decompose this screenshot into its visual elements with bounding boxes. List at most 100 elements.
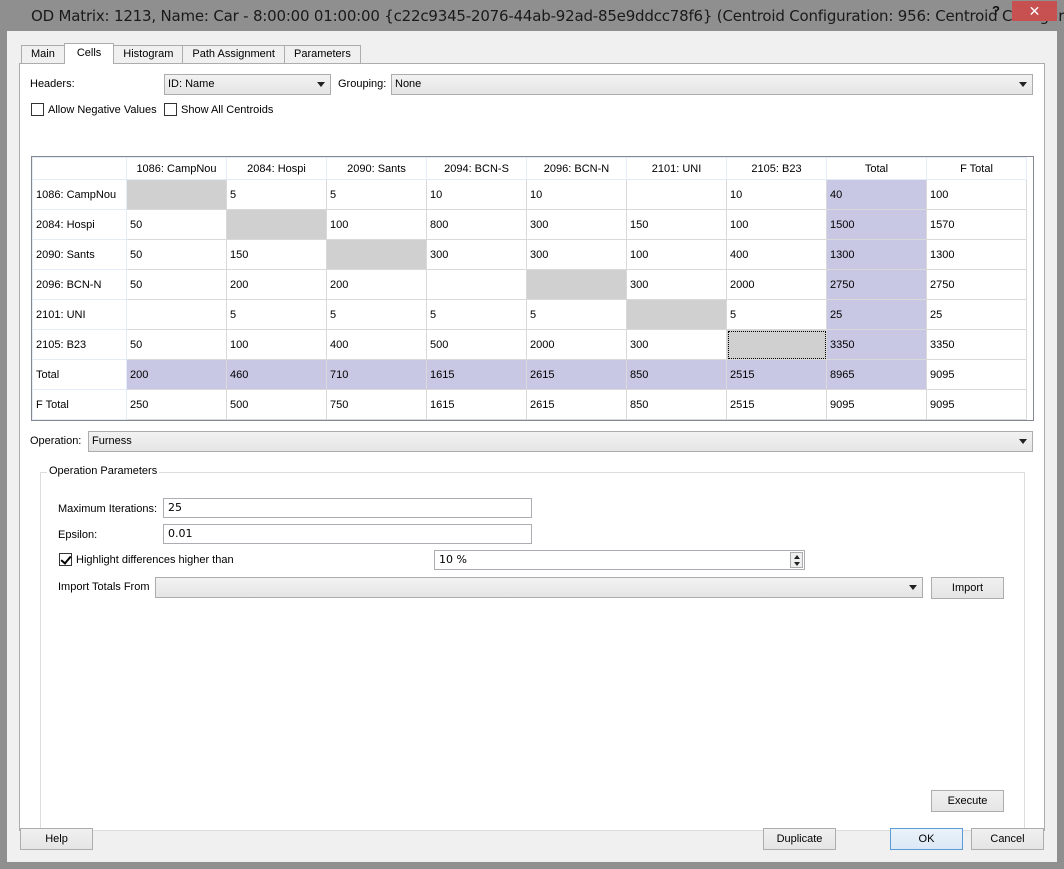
matrix-cell[interactable]: 200 — [226, 269, 327, 300]
spin-buttons[interactable] — [790, 552, 803, 568]
matrix-cell[interactable]: 250 — [126, 389, 227, 420]
matrix-cell[interactable]: 300 — [526, 239, 627, 270]
row-header[interactable]: 2105: B23 — [32, 329, 127, 360]
highlight-threshold-spinbox[interactable]: 10 % — [434, 550, 805, 570]
matrix-cell[interactable]: 300 — [526, 209, 627, 240]
help-icon[interactable]: ? — [992, 3, 1000, 18]
matrix-cell[interactable]: 50 — [126, 269, 227, 300]
matrix-cell[interactable]: 300 — [626, 269, 727, 300]
headers-dropdown[interactable]: ID: Name — [164, 74, 331, 95]
column-header[interactable]: 2105: B23 — [726, 157, 827, 180]
matrix-cell[interactable]: 5 — [226, 299, 327, 330]
column-header[interactable]: Total — [826, 157, 927, 180]
matrix-cell[interactable]: 800 — [426, 209, 527, 240]
matrix-cell[interactable] — [426, 269, 527, 300]
matrix-cell[interactable]: 9095 — [826, 389, 927, 420]
row-header[interactable]: 1086: CampNou — [32, 179, 127, 210]
epsilon-input[interactable]: 0.01 — [163, 524, 532, 544]
matrix-cell[interactable]: 5 — [226, 179, 327, 210]
matrix-cell[interactable]: 25 — [926, 299, 1027, 330]
row-header[interactable]: 2090: Sants — [32, 239, 127, 270]
row-header[interactable]: 2101: UNI — [32, 299, 127, 330]
highlight-differences-checkbox[interactable] — [59, 553, 72, 566]
matrix-cell[interactable]: 2515 — [726, 359, 827, 390]
matrix-cell[interactable]: 100 — [926, 179, 1027, 210]
matrix-cell[interactable]: 50 — [126, 329, 227, 360]
column-header[interactable]: 2084: Hospi — [226, 157, 327, 180]
execute-button[interactable]: Execute — [931, 790, 1004, 812]
column-header[interactable]: 2096: BCN-N — [526, 157, 627, 180]
matrix-cell[interactable] — [626, 299, 727, 330]
matrix-cell[interactable]: 2000 — [726, 269, 827, 300]
matrix-cell[interactable]: 5 — [526, 299, 627, 330]
matrix-cell[interactable] — [726, 329, 827, 360]
matrix-cell[interactable]: 1570 — [926, 209, 1027, 240]
allow-negative-checkbox[interactable] — [31, 103, 44, 116]
matrix-cell[interactable]: 400 — [326, 329, 427, 360]
help-button[interactable]: Help — [20, 828, 93, 850]
matrix-cell[interactable]: 850 — [626, 359, 727, 390]
matrix-cell[interactable]: 10 — [726, 179, 827, 210]
row-header[interactable]: Total — [32, 359, 127, 390]
matrix-cell[interactable]: 100 — [726, 209, 827, 240]
matrix-cell[interactable]: 150 — [626, 209, 727, 240]
matrix-cell[interactable]: 300 — [426, 239, 527, 270]
grouping-dropdown[interactable]: None — [391, 74, 1033, 95]
title-bar[interactable]: OD Matrix: 1213, Name: Car - 8:00:00 01:… — [0, 0, 1064, 31]
cancel-button[interactable]: Cancel — [971, 828, 1044, 850]
matrix-cell[interactable]: 2000 — [526, 329, 627, 360]
column-header[interactable]: 2090: Sants — [326, 157, 427, 180]
matrix-cell[interactable]: 500 — [426, 329, 527, 360]
matrix-cell[interactable]: 400 — [726, 239, 827, 270]
matrix-cell[interactable]: 100 — [226, 329, 327, 360]
row-header[interactable]: 2096: BCN-N — [32, 269, 127, 300]
tab-parameters[interactable]: Parameters — [283, 45, 361, 64]
matrix-cell[interactable] — [526, 269, 627, 300]
matrix-cell[interactable]: 200 — [326, 269, 427, 300]
matrix-cell[interactable] — [126, 179, 227, 210]
matrix-cell[interactable]: 2615 — [526, 389, 627, 420]
row-header[interactable]: 2084: Hospi — [32, 209, 127, 240]
close-button[interactable]: ✕ — [1012, 1, 1057, 21]
matrix-cell[interactable]: 460 — [226, 359, 327, 390]
corner-header[interactable] — [32, 157, 127, 180]
matrix-cell[interactable]: 1615 — [426, 389, 527, 420]
matrix-cell[interactable] — [326, 239, 427, 270]
spin-down-icon[interactable] — [794, 562, 800, 566]
od-matrix-grid[interactable]: 1086: CampNou 2084: Hospi 2090: Sants 2094:… — [31, 156, 1034, 421]
matrix-cell[interactable]: 850 — [626, 389, 727, 420]
matrix-cell[interactable]: 3350 — [926, 329, 1027, 360]
spin-up-icon[interactable] — [794, 555, 800, 559]
row-header[interactable]: F Total — [32, 389, 127, 420]
matrix-cell[interactable]: 1500 — [826, 209, 927, 240]
matrix-cell[interactable] — [626, 179, 727, 210]
matrix-cell[interactable]: 10 — [526, 179, 627, 210]
matrix-cell[interactable]: 150 — [226, 239, 327, 270]
matrix-cell[interactable]: 750 — [326, 389, 427, 420]
matrix-cell[interactable]: 100 — [326, 209, 427, 240]
matrix-cell[interactable]: 10 — [426, 179, 527, 210]
show-all-centroids-checkbox[interactable] — [164, 103, 177, 116]
matrix-cell[interactable]: 2515 — [726, 389, 827, 420]
tab-main[interactable]: Main — [21, 45, 65, 64]
matrix-cell[interactable]: 40 — [826, 179, 927, 210]
matrix-cell[interactable]: 100 — [626, 239, 727, 270]
matrix-cell[interactable]: 1615 — [426, 359, 527, 390]
matrix-cell[interactable]: 2750 — [826, 269, 927, 300]
matrix-cell[interactable]: 50 — [126, 239, 227, 270]
matrix-cell[interactable]: 50 — [126, 209, 227, 240]
tab-cells[interactable]: Cells — [63, 43, 115, 64]
matrix-cell[interactable]: 3350 — [826, 329, 927, 360]
matrix-cell[interactable]: 300 — [626, 329, 727, 360]
column-header[interactable]: 2094: BCN-S — [426, 157, 527, 180]
matrix-cell[interactable]: 5 — [326, 299, 427, 330]
matrix-cell[interactable]: 2615 — [526, 359, 627, 390]
import-totals-dropdown[interactable] — [155, 577, 923, 598]
matrix-cell[interactable]: 5 — [426, 299, 527, 330]
matrix-cell[interactable]: 710 — [326, 359, 427, 390]
matrix-cell[interactable]: 9095 — [926, 359, 1027, 390]
column-header[interactable]: 2101: UNI — [626, 157, 727, 180]
matrix-cell[interactable]: 5 — [326, 179, 427, 210]
matrix-cell[interactable]: 9095 — [926, 389, 1027, 420]
matrix-cell[interactable]: 1300 — [926, 239, 1027, 270]
